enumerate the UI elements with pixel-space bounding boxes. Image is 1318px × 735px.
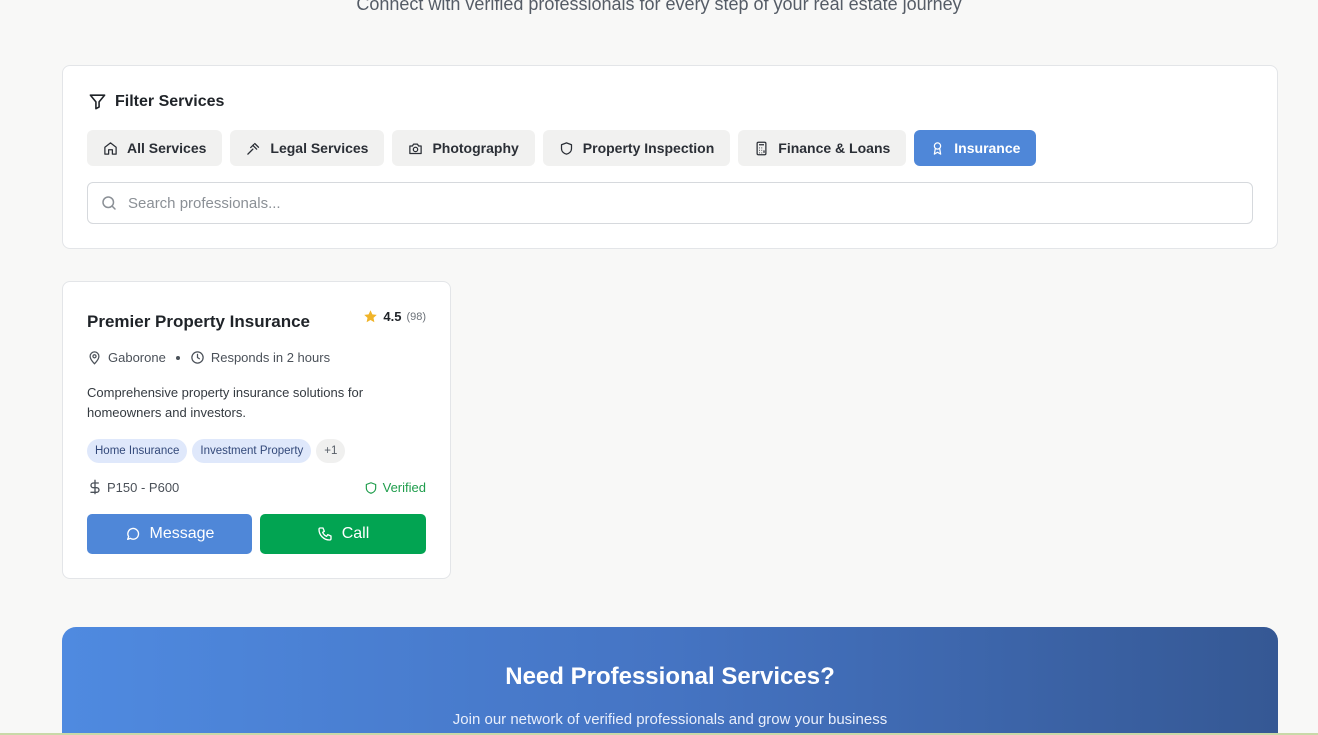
rating-score: 4.5 — [383, 309, 402, 324]
message-button[interactable]: Message — [87, 514, 252, 554]
gavel-icon — [247, 142, 260, 155]
verified-badge: Verified — [364, 480, 426, 495]
chip-all-services[interactable]: All Services — [87, 130, 223, 166]
filter-icon — [89, 94, 106, 110]
price-range: P150 - P600 — [87, 479, 179, 495]
professional-meta: Gaborone Responds in 2 hours — [87, 350, 330, 365]
message-label: Message — [149, 525, 215, 542]
message-icon — [126, 527, 139, 540]
call-label: Call — [341, 525, 370, 542]
filter-header: Filter Services — [88, 92, 224, 111]
cta-banner: Need Professional Services? Join our net… — [62, 627, 1278, 735]
location: Gaborone — [108, 350, 166, 365]
cta-title: Need Professional Services? — [505, 663, 835, 690]
rating: 4.5 (98) — [363, 309, 426, 324]
professional-name: Premier Property Insurance — [87, 312, 310, 331]
chip-legal-services[interactable]: Legal Services — [230, 130, 385, 166]
chip-finance-loans[interactable]: Finance & Loans — [738, 130, 907, 166]
filter-panel: Filter Services All Services Legal Servi… — [62, 65, 1278, 249]
professional-card: Premier Property Insurance 4.5 (98) Gabo… — [62, 281, 451, 579]
tag-list: Home Insurance Investment Property +1 — [87, 439, 346, 463]
separator-dot — [175, 355, 180, 360]
cta-subtitle: Join our network of verified professiona… — [452, 711, 888, 728]
chip-label: Photography — [432, 140, 519, 156]
chip-label: Legal Services — [270, 140, 369, 156]
award-icon — [934, 141, 942, 155]
chip-label: Finance & Loans — [778, 140, 891, 156]
category-chips: All Services Legal Services Photography … — [87, 130, 1037, 166]
shield-icon — [560, 141, 572, 155]
calculator-icon — [756, 141, 767, 155]
verified-label: Verified — [382, 480, 426, 495]
search-input[interactable] — [128, 194, 1228, 212]
chip-photography[interactable]: Photography — [392, 130, 535, 166]
professional-description: Comprehensive property insurance solutio… — [87, 385, 364, 420]
home-icon — [104, 141, 117, 155]
star-icon — [364, 310, 378, 323]
tag: Home Insurance — [87, 439, 188, 463]
map-pin-icon — [89, 351, 100, 365]
tag: Investment Property — [192, 439, 312, 463]
search-icon — [102, 196, 116, 210]
more-tags-badge: +1 — [316, 439, 346, 463]
phone-icon — [318, 527, 332, 541]
call-button[interactable]: Call — [260, 514, 426, 554]
clock-icon — [191, 351, 204, 364]
chip-label: Property Inspection — [582, 140, 715, 156]
chip-property-inspection[interactable]: Property Inspection — [542, 130, 731, 166]
response-time: Responds in 2 hours — [210, 350, 331, 365]
chip-label: All Services — [127, 140, 207, 156]
search-box — [87, 182, 1253, 224]
chip-insurance[interactable]: Insurance — [914, 130, 1037, 166]
page-subtitle: Connect with verified professionals for … — [356, 0, 962, 14]
dollar-icon — [90, 479, 100, 495]
price-text: P150 - P600 — [107, 479, 180, 495]
filter-title: Filter Services — [115, 92, 225, 110]
rating-count: (98) — [406, 310, 426, 323]
chip-label: Insurance — [954, 140, 1021, 156]
camera-icon — [409, 143, 423, 154]
shield-check-icon — [365, 481, 376, 494]
